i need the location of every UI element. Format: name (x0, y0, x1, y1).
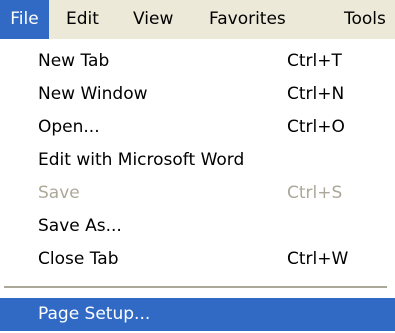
menubar-view[interactable]: View (133, 0, 173, 39)
menu-item-open[interactable]: Open... Ctrl+O (0, 111, 395, 144)
menu-item-label: Save As... (38, 216, 122, 236)
menu-item-save-as[interactable]: Save As... (0, 210, 395, 243)
menu-item-save: Save Ctrl+S (0, 177, 395, 210)
menubar-tools[interactable]: Tools (344, 0, 386, 39)
menu-item-label: New Window (38, 84, 148, 104)
menu-item-shortcut: Ctrl+N (287, 84, 345, 104)
menu-item-label: Close Tab (38, 249, 119, 269)
menu-item-edit-with-word[interactable]: Edit with Microsoft Word (0, 144, 395, 177)
menu-separator (4, 286, 387, 288)
menu-item-shortcut: Ctrl+S (287, 183, 343, 203)
menu-item-label: Open... (38, 117, 100, 137)
menu-bar: File Edit View Favorites Tools (0, 0, 395, 39)
menu-item-shortcut: Ctrl+O (287, 117, 345, 137)
menubar-favorites[interactable]: Favorites (209, 0, 286, 39)
menubar-file[interactable]: File (0, 0, 49, 39)
menubar-edit[interactable]: Edit (66, 0, 99, 39)
menu-item-new-window[interactable]: New Window Ctrl+N (0, 78, 395, 111)
menu-item-shortcut: Ctrl+W (287, 249, 349, 269)
menu-item-close-tab[interactable]: Close Tab Ctrl+W (0, 243, 395, 276)
menu-item-shortcut: Ctrl+T (287, 51, 342, 71)
menu-item-new-tab[interactable]: New Tab Ctrl+T (0, 45, 395, 78)
menu-item-label: Edit with Microsoft Word (38, 150, 245, 170)
menu-item-label: New Tab (38, 51, 110, 71)
menu-item-label: Save (38, 183, 80, 203)
menu-item-label: Page Setup... (38, 304, 151, 324)
file-menu-dropdown: New Tab Ctrl+T New Window Ctrl+N Open...… (0, 39, 395, 333)
menu-item-page-setup[interactable]: Page Setup... (0, 298, 395, 331)
